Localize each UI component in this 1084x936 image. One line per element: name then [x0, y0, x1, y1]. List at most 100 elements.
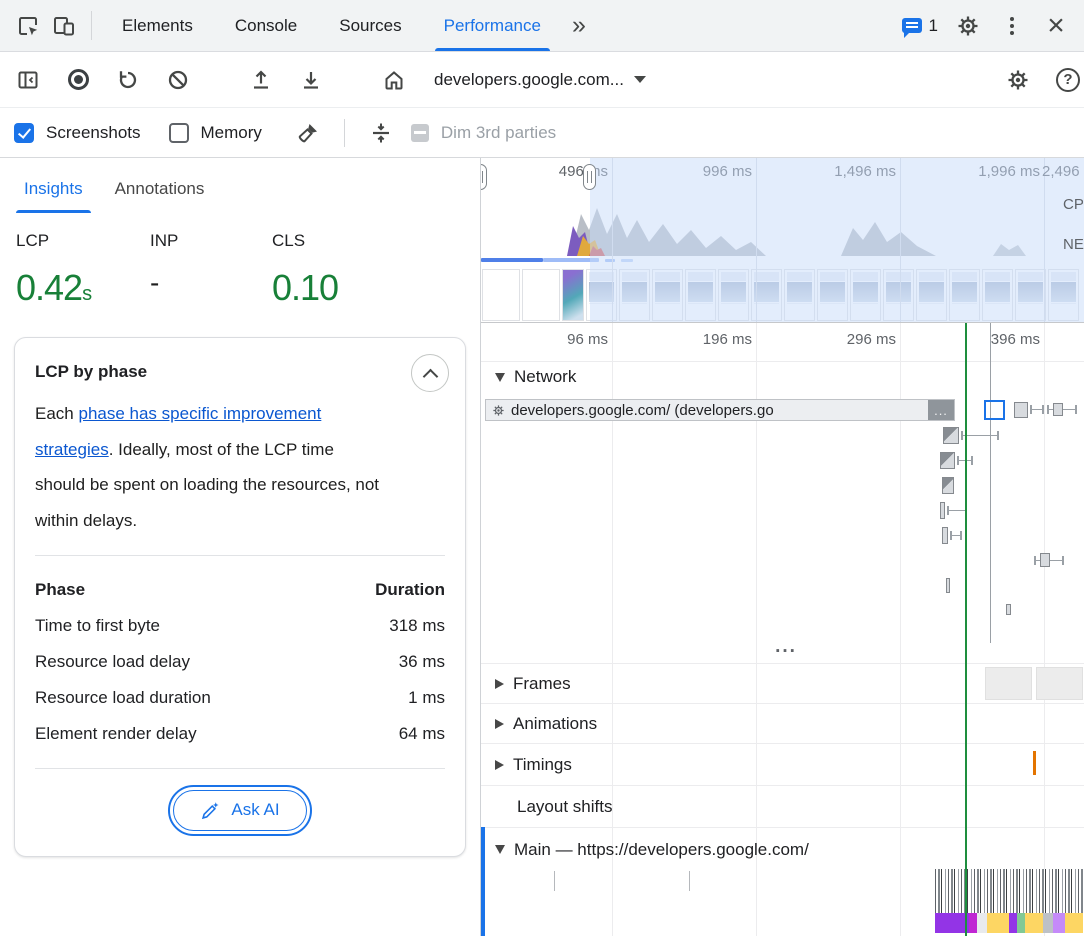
chevron-down-icon — [634, 76, 646, 83]
screenshot-thumbnail[interactable] — [482, 269, 520, 321]
more-tabs-button[interactable]: » — [562, 0, 596, 51]
tab-insights[interactable]: Insights — [16, 165, 91, 213]
track-frames[interactable]: Frames — [481, 663, 1084, 703]
network-request-bar[interactable] — [1040, 553, 1050, 567]
selection-grip-left[interactable] — [481, 164, 487, 190]
flame-strip[interactable] — [935, 913, 1083, 933]
close-devtools-button[interactable]: × — [1038, 11, 1074, 41]
record-button[interactable] — [60, 69, 96, 90]
ruler-divider — [481, 361, 1084, 362]
network-request-bar[interactable] — [946, 578, 950, 593]
selection-grip-right[interactable] — [583, 164, 596, 190]
network-request-bar[interactable] — [1006, 604, 1011, 615]
duration-cell: 64 ms — [399, 724, 445, 744]
devtools-main-toolbar: Elements Console Sources Performance » 1… — [0, 0, 1084, 52]
network-request-main[interactable]: developers.google.com/ (developers.go ..… — [485, 399, 955, 421]
history-dropdown[interactable]: developers.google.com... — [426, 70, 654, 90]
sidebar-tabs: Insights Annotations — [0, 158, 480, 213]
selected-request-outline[interactable] — [984, 400, 1005, 420]
overview-strip[interactable]: 496 ms 996 ms 1,496 ms 1,996 ms 2,496 ms… — [481, 158, 1084, 322]
flame-chart-barcode[interactable] — [935, 869, 1083, 913]
tab-performance[interactable]: Performance — [423, 0, 562, 51]
capture-options-bar: Screenshots Memory Dim 3rd parties — [0, 108, 1084, 158]
metric-label: LCP — [16, 231, 150, 251]
flame-tick — [689, 871, 690, 891]
net-lane-label: NET — [1063, 236, 1084, 253]
toolbar-divider — [344, 119, 345, 147]
core-web-vitals: LCP 0.42s INP - CLS 0.10 — [0, 213, 480, 313]
card-divider — [35, 768, 445, 769]
more-options-button[interactable] — [994, 24, 1030, 28]
screenshot-thumbnail[interactable] — [562, 269, 584, 321]
track-layout-shifts[interactable]: Layout shifts — [481, 785, 1084, 827]
track-timings[interactable]: Timings — [481, 743, 1084, 785]
memory-checkbox[interactable] — [169, 123, 189, 143]
ruler-label: 196 ms — [642, 331, 752, 348]
shortcuts-dialog-button[interactable] — [363, 121, 399, 145]
record-and-reload-button[interactable] — [110, 68, 146, 92]
clear-button[interactable] — [160, 68, 196, 92]
ruler-label: 96 ms — [498, 331, 608, 348]
duration-header: Duration — [375, 580, 445, 600]
network-request-bar[interactable] — [943, 427, 959, 444]
help-icon: ? — [1056, 68, 1080, 92]
request-label: developers.google.com/ (developers.go — [511, 402, 774, 419]
upload-icon — [249, 68, 273, 92]
collect-garbage-button[interactable] — [290, 121, 326, 145]
inspect-icon — [16, 14, 40, 38]
compress-arrows-icon — [369, 121, 393, 145]
metric-inp[interactable]: INP - — [150, 231, 272, 309]
network-request-bar[interactable] — [940, 502, 945, 519]
track-main-thread[interactable]: Main — https://developers.google.com/ — [481, 827, 1084, 871]
metric-cls[interactable]: CLS 0.10 — [272, 231, 338, 309]
load-profile-button[interactable] — [243, 68, 279, 92]
table-header-row: Phase Duration — [35, 572, 445, 608]
gear-icon — [956, 14, 980, 38]
ask-ai-button[interactable]: Ask AI — [173, 790, 306, 831]
devtools-window: Elements Console Sources Performance » 1… — [0, 0, 1084, 936]
duration-cell: 1 ms — [408, 688, 445, 708]
device-toolbar-button[interactable] — [46, 0, 82, 51]
disclosure-down-icon — [495, 845, 505, 854]
metric-lcp[interactable]: LCP 0.42s — [16, 231, 150, 309]
screenshots-label[interactable]: Screenshots — [46, 123, 141, 143]
timeline-details[interactable]: 96 ms 196 ms 296 ms 396 ms Network devel… — [481, 322, 1084, 936]
reload-icon — [116, 68, 140, 92]
capture-settings-button[interactable] — [1000, 68, 1036, 92]
toggle-sidebar-button[interactable] — [10, 68, 46, 92]
network-request-bar[interactable] — [942, 527, 948, 544]
issues-count: 1 — [929, 16, 938, 36]
request-ellipsis-chip: ... — [928, 400, 954, 420]
settings-button[interactable] — [950, 14, 986, 38]
memory-label[interactable]: Memory — [201, 123, 262, 143]
network-request-bar[interactable] — [942, 477, 954, 494]
tab-sources[interactable]: Sources — [318, 0, 422, 51]
issues-button[interactable]: 1 — [898, 16, 942, 36]
ruler-label: 396 ms — [930, 331, 1040, 348]
duration-cell: 36 ms — [399, 652, 445, 672]
timing-marker[interactable] — [1033, 751, 1036, 775]
card-divider — [35, 555, 445, 556]
flame-segment — [969, 913, 977, 933]
live-metrics-button[interactable] — [376, 68, 412, 92]
help-button[interactable]: ? — [1050, 68, 1084, 92]
network-request-bar[interactable] — [940, 452, 955, 469]
history-selected-value: developers.google.com... — [434, 70, 624, 90]
network-track-header[interactable]: Network — [481, 367, 576, 387]
network-request-bar[interactable] — [1014, 402, 1028, 418]
tab-label: Insights — [24, 179, 83, 198]
screenshot-thumbnail[interactable] — [522, 269, 560, 321]
screenshots-checkbox[interactable] — [14, 123, 34, 143]
network-request-bar[interactable] — [1053, 403, 1063, 416]
track-label: Animations — [513, 714, 597, 734]
card-title: LCP by phase — [35, 356, 445, 382]
tab-annotations[interactable]: Annotations — [107, 165, 213, 213]
tab-console[interactable]: Console — [214, 0, 318, 51]
tab-elements[interactable]: Elements — [101, 0, 214, 51]
collapse-card-button[interactable] — [411, 354, 449, 392]
track-resize-handle[interactable]: ... — [764, 637, 808, 656]
description-text: Each — [35, 404, 78, 423]
inspect-element-button[interactable] — [10, 0, 46, 51]
track-animations[interactable]: Animations — [481, 703, 1084, 743]
save-profile-button[interactable] — [293, 68, 329, 92]
